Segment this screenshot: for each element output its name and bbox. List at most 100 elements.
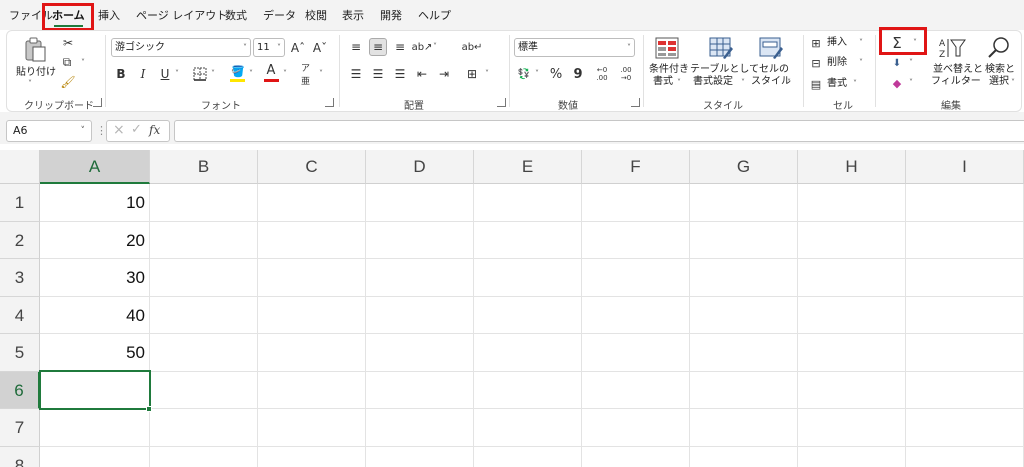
name-box[interactable]: A6 ˅ [6, 120, 92, 142]
cell-d8[interactable] [366, 447, 474, 467]
cell-g4[interactable] [690, 297, 798, 334]
tab-view[interactable]: 表示 [342, 7, 364, 25]
cell-a1[interactable]: 10 [40, 184, 150, 222]
cell-c1[interactable] [258, 184, 366, 222]
percent-button[interactable]: % [548, 65, 564, 83]
paste-label[interactable]: 貼り付け [16, 67, 56, 79]
tab-insert[interactable]: 挿入 [98, 7, 120, 25]
select-all-corner[interactable] [0, 150, 40, 184]
cell-e3[interactable] [474, 259, 582, 297]
formula-input[interactable] [174, 120, 1024, 142]
tab-page-layout[interactable]: ページ レイアウト [136, 7, 227, 25]
format-as-table-label-1[interactable]: テーブルとして [690, 64, 759, 76]
align-middle-icon[interactable]: ≡ [369, 38, 387, 56]
column-header-b[interactable]: B [150, 150, 258, 184]
cell-d6[interactable] [366, 372, 474, 409]
cell-f4[interactable] [582, 297, 690, 334]
cell-e2[interactable] [474, 222, 582, 259]
cell-e5[interactable] [474, 334, 582, 372]
sort-filter-label-1[interactable]: 並べ替えと [933, 64, 983, 76]
cell-a5[interactable]: 50 [40, 334, 150, 372]
orientation-icon[interactable]: ab↗ [412, 38, 433, 56]
number-format-combo[interactable]: 標準 ˅ [514, 38, 635, 57]
insert-dropdown-icon[interactable]: ˅ [859, 38, 863, 47]
cell-c6[interactable] [258, 372, 366, 409]
cell-c5[interactable] [258, 334, 366, 372]
cell-a2[interactable]: 20 [40, 222, 150, 259]
cell-f1[interactable] [582, 184, 690, 222]
cell-styles-label-2[interactable]: スタイル [751, 76, 791, 88]
cell-i4[interactable] [906, 297, 1024, 334]
cell-d5[interactable] [366, 334, 474, 372]
align-center-icon[interactable]: ☰ [369, 65, 387, 83]
cell-h8[interactable] [798, 447, 906, 467]
column-header-d[interactable]: D [366, 150, 474, 184]
cell-i6[interactable] [906, 372, 1024, 409]
row-header-8[interactable]: 8 [0, 447, 40, 467]
conditional-format-label-1[interactable]: 条件付き [649, 64, 689, 76]
cell-h7[interactable] [798, 409, 906, 447]
row-header-6[interactable]: 6 [0, 372, 40, 409]
conditional-format-icon[interactable] [653, 35, 681, 61]
tab-data[interactable]: データ [263, 7, 296, 25]
cell-b8[interactable] [150, 447, 258, 467]
phonetic-icon[interactable]: ア亜 [301, 64, 317, 87]
row-header-4[interactable]: 4 [0, 297, 40, 334]
clipboard-launcher-icon[interactable] [93, 98, 102, 107]
cell-f5[interactable] [582, 334, 690, 372]
cell-c4[interactable] [258, 297, 366, 334]
cell-b7[interactable] [150, 409, 258, 447]
number-launcher-icon[interactable] [631, 98, 640, 107]
align-top-icon[interactable]: ≡ [347, 38, 365, 56]
sort-dropdown-icon[interactable]: ˅ [967, 78, 971, 87]
format-cells-icon[interactable]: ▤ [809, 77, 823, 91]
conditional-dropdown-icon[interactable]: ˅ [677, 78, 681, 87]
column-header-c[interactable]: C [258, 150, 366, 184]
sort-filter-icon[interactable]: AZ [937, 35, 967, 61]
tab-formulas[interactable]: 数式 [225, 7, 247, 25]
cell-b3[interactable] [150, 259, 258, 297]
cell-i1[interactable] [906, 184, 1024, 222]
conditional-format-label-2[interactable]: 書式 [653, 76, 673, 88]
cell-a7[interactable] [40, 409, 150, 447]
cell-g5[interactable] [690, 334, 798, 372]
column-header-g[interactable]: G [690, 150, 798, 184]
paste-icon[interactable] [21, 35, 49, 65]
italic-button[interactable]: I [135, 65, 151, 83]
fill-dropdown-icon[interactable]: ˅ [909, 58, 913, 67]
column-header-a[interactable]: A [40, 150, 150, 184]
cell-b6[interactable] [150, 372, 258, 409]
format-dropdown-icon[interactable]: ˅ [853, 79, 857, 88]
cell-e6[interactable] [474, 372, 582, 409]
cell-c7[interactable] [258, 409, 366, 447]
cell-h2[interactable] [798, 222, 906, 259]
cell-c3[interactable] [258, 259, 366, 297]
fill-dropdown-icon[interactable]: ˅ [249, 69, 253, 78]
underline-button[interactable]: U [157, 65, 173, 83]
underline-dropdown-icon[interactable]: ˅ [175, 69, 179, 78]
cell-e4[interactable] [474, 297, 582, 334]
format-as-table-icon[interactable] [707, 35, 735, 61]
cell-styles-label-1[interactable]: セルの [759, 64, 789, 76]
decrease-indent-icon[interactable]: ⇤ [413, 65, 431, 83]
cell-e8[interactable] [474, 447, 582, 467]
cell-e7[interactable] [474, 409, 582, 447]
increase-indent-icon[interactable]: ⇥ [435, 65, 453, 83]
row-header-3[interactable]: 3 [0, 259, 40, 297]
cell-d3[interactable] [366, 259, 474, 297]
fill-handle[interactable] [146, 406, 152, 412]
cell-g2[interactable] [690, 222, 798, 259]
format-cells-label[interactable]: 書式 [827, 78, 847, 90]
column-header-e[interactable]: E [474, 150, 582, 184]
cell-f8[interactable] [582, 447, 690, 467]
cell-f2[interactable] [582, 222, 690, 259]
insert-cells-icon[interactable]: ⊞ [809, 36, 823, 50]
cell-g1[interactable] [690, 184, 798, 222]
find-dropdown-icon[interactable]: ˅ [1011, 78, 1015, 87]
borders-icon[interactable] [191, 65, 209, 83]
cell-g6[interactable] [690, 372, 798, 409]
cell-c8[interactable] [258, 447, 366, 467]
row-header-5[interactable]: 5 [0, 334, 40, 372]
bold-button[interactable]: B [113, 65, 129, 83]
find-select-label-2[interactable]: 選択 [989, 76, 1009, 88]
